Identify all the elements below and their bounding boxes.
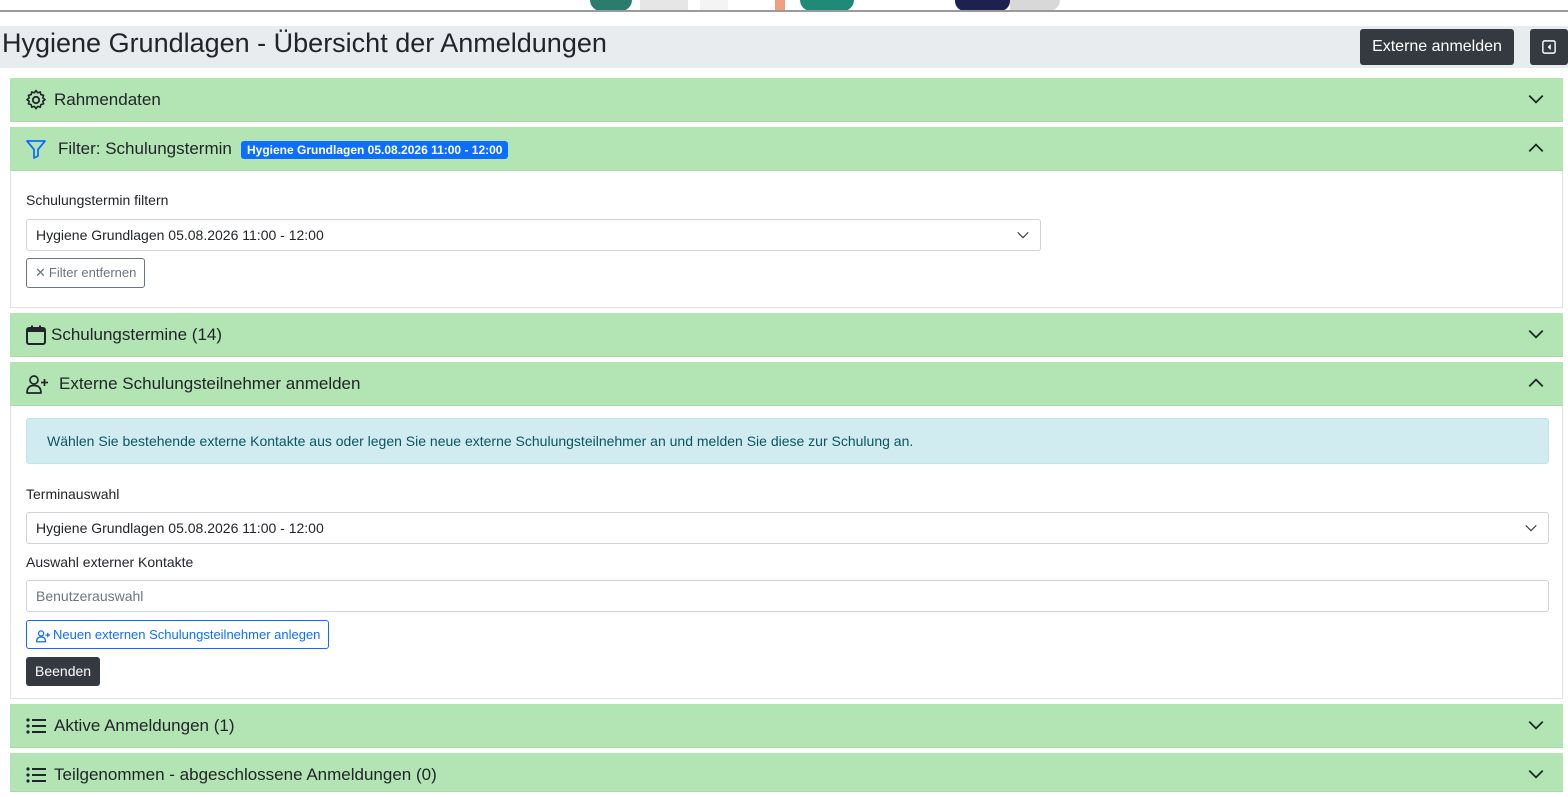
calendar-icon [26,325,46,345]
banner-illustration [800,0,854,10]
button-label: Filter entfernen [48,265,137,280]
schulungstermin-filter-select[interactable]: Hygiene Grundlagen 05.08.2026 11:00 - 12… [26,219,1041,251]
close-icon: ✕ [35,265,46,280]
select-value: Hygiene Grundlagen 05.08.2026 11:00 - 12… [36,520,324,536]
banner-illustration [955,0,1010,10]
banner-illustration [1010,0,1060,10]
filter-select-label: Schulungstermin filtern [26,192,169,208]
chevron-up-icon [1528,378,1544,388]
panel-externe-header[interactable]: Externe Schulungsteilnehmer anmelden [10,362,1563,406]
sidebar-toggle-button[interactable] [1530,29,1568,65]
panel-title: Rahmendaten [54,90,161,109]
chevron-up-icon [1528,143,1544,153]
panel-title: Externe Schulungsteilnehmer anmelden [59,374,361,393]
button-label: Neuen externen Schulungsteilnehmer anleg… [53,627,321,642]
user-plus-icon [35,629,50,642]
neuer-teilnehmer-button[interactable]: Neuen externen Schulungsteilnehmer anleg… [26,620,330,649]
panel-title: Schulungstermine (14) [51,325,223,344]
list-icon [26,767,46,783]
chevron-down-icon [1528,720,1544,730]
chevron-down-icon [1528,329,1544,339]
filter-entfernen-button[interactable]: ✕ Filter entfernen [26,258,146,288]
panel-title: Filter: Schulungstermin [58,139,232,158]
panel-filter-header[interactable]: Filter: Schulungstermin Hygiene Grundlag… [10,127,1563,171]
beenden-button[interactable]: Beenden [26,657,101,686]
panel-aktive-header[interactable]: Aktive Anmeldungen (1) [10,704,1563,748]
banner-illustration [775,0,785,10]
panel-rahmendaten-header[interactable]: Rahmendaten [10,78,1563,122]
panel-schulungstermine-header[interactable]: Schulungstermine (14) [10,313,1563,357]
top-banner [0,0,1568,12]
select-value: Hygiene Grundlagen 05.08.2026 11:00 - 12… [36,227,324,243]
terminauswahl-label: Terminauswahl [26,486,120,502]
banner-illustration [700,0,728,10]
gear-icon [26,89,46,110]
panel-teilgenommen-header[interactable]: Teilgenommen - abgeschlossene Anmeldunge… [10,753,1563,792]
user-plus-icon [26,375,48,394]
sidebar-collapse-icon [1542,40,1556,54]
filter-icon [26,140,46,159]
input-placeholder: Benutzerauswahl [36,588,144,604]
chevron-down-icon [1525,524,1537,532]
terminauswahl-select[interactable]: Hygiene Grundlagen 05.08.2026 11:00 - 12… [26,512,1549,544]
info-alert: Wählen Sie bestehende externe Kontakte a… [26,418,1549,464]
kontakte-label: Auswahl externer Kontakte [26,554,194,570]
list-icon [26,718,46,734]
panel-externe-body: Wählen Sie bestehende externe Kontakte a… [10,406,1563,699]
page-header: Hygiene Grundlagen - Übersicht der Anmel… [0,26,1568,68]
panel-title: Aktive Anmeldungen (1) [54,716,235,735]
chevron-down-icon [1528,769,1544,779]
externe-anmelden-button[interactable]: Externe anmelden [1360,29,1514,65]
banner-illustration [590,0,632,10]
benutzerauswahl-input[interactable]: Benutzerauswahl [26,580,1549,612]
filter-badge: Hygiene Grundlagen 05.08.2026 11:00 - 12… [241,141,509,159]
chevron-down-icon [1017,231,1029,239]
banner-illustration [640,0,688,10]
panel-filter-body: Schulungstermin filtern Hygiene Grundlag… [10,171,1563,308]
page-title: Hygiene Grundlagen - Übersicht der Anmel… [2,28,607,58]
chevron-down-icon [1528,94,1544,104]
panel-title: Teilgenommen - abgeschlossene Anmeldunge… [54,765,437,784]
